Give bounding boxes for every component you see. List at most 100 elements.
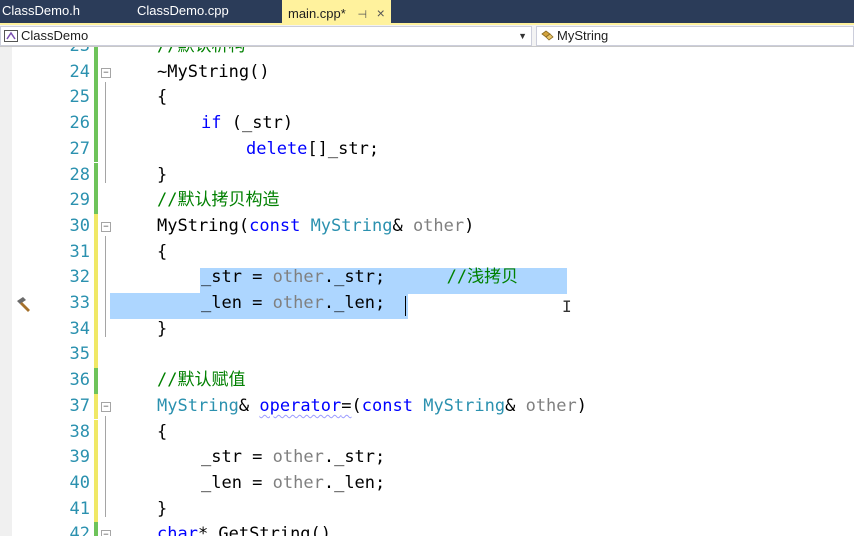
code-line: 35 [0, 342, 854, 369]
code-line: 26 if (_str) [0, 111, 854, 137]
code-line: 25 { [0, 85, 854, 112]
code-line: 23 //默认析构 [0, 47, 854, 60]
line-number: 32 [69, 267, 90, 288]
line-number: 30 [69, 215, 90, 236]
code-line: 41 } [0, 496, 854, 523]
code-text: _str = other._str; //浅拷贝 [201, 267, 519, 288]
change-marker [94, 445, 98, 471]
line-number: 35 [69, 344, 90, 365]
line-number: 41 [69, 498, 90, 519]
change-marker [94, 342, 98, 369]
code-text: _len = other._len; [201, 293, 386, 313]
param-name: other [272, 472, 324, 493]
param-name: other [272, 447, 324, 468]
type-name: MyString [423, 395, 506, 416]
member-dropdown-value: MyString [557, 28, 609, 43]
change-marker [94, 111, 98, 137]
line-number: 40 [69, 472, 90, 493]
code-line: 36 //默认赋值 [0, 368, 854, 394]
line-number: 23 [40, 47, 90, 60]
code-line: 29 //默认拷贝构造 [0, 188, 854, 214]
code-text: //默认赋值 [157, 370, 246, 391]
type-name: MyString [310, 215, 393, 236]
code-comment: //浅拷贝 [446, 267, 519, 288]
code-line: 40 _len = other._len; [0, 470, 854, 497]
type-name: MyString [157, 395, 239, 416]
code-text: _str = other._str; [201, 447, 386, 468]
tab-main-cpp[interactable]: main.cpp* ⊣ × [282, 0, 391, 23]
code-line: 31 { [0, 239, 854, 266]
chevron-down-icon[interactable]: ▼ [518, 27, 527, 45]
code-text: if (_str) [201, 113, 294, 134]
close-icon[interactable]: × [377, 5, 385, 21]
change-marker [94, 213, 98, 240]
line-number: 39 [69, 447, 90, 468]
fold-toggle[interactable]: − [101, 401, 111, 412]
change-marker [94, 393, 98, 420]
change-marker [94, 239, 98, 266]
code-line: 33 _len = other._len; [0, 291, 854, 317]
line-number: 26 [69, 113, 90, 134]
code-line: 42 − char* GetString() [0, 522, 854, 536]
line-number: 25 [69, 87, 90, 108]
fold-toggle[interactable]: − [101, 221, 111, 232]
code-text: } [157, 318, 168, 339]
code-text: char* GetString() [157, 522, 331, 536]
line-number: 28 [69, 164, 90, 185]
change-marker [94, 419, 98, 446]
operator-keyword: operator= [259, 395, 352, 416]
scope-dropdown[interactable]: ClassDemo ▼ [0, 26, 532, 46]
code-text: } [157, 498, 168, 519]
change-marker [94, 522, 98, 536]
keyword-const: const [361, 395, 413, 416]
change-marker [94, 85, 98, 112]
param-name: other [272, 293, 324, 313]
change-marker [94, 188, 98, 214]
change-marker [94, 136, 98, 163]
change-marker [94, 47, 98, 60]
line-number: 33 [69, 293, 90, 313]
change-marker [94, 496, 98, 523]
tab-classdemo-cpp[interactable]: ClassDemo.cpp [137, 0, 229, 23]
code-line: 24 − ~MyString() [0, 59, 854, 86]
change-marker [94, 265, 98, 291]
keyword-char: char [157, 524, 198, 536]
document-tab-bar: ClassDemo.h ClassDemo.cpp main.cpp* ⊣ × [0, 0, 854, 23]
param-name: other [525, 395, 577, 416]
code-line: 27 delete[]_str; [0, 136, 854, 163]
code-line: 38 { [0, 419, 854, 446]
change-marker [94, 368, 98, 394]
fold-toggle[interactable]: − [101, 530, 111, 536]
code-line: 28 } [0, 162, 854, 189]
code-text: delete[]_str; [246, 138, 380, 159]
code-text: { [157, 421, 168, 442]
change-marker [94, 162, 98, 189]
keyword-delete: delete [246, 138, 308, 159]
line-number: 24 [69, 61, 90, 82]
line-number: 37 [69, 395, 90, 416]
line-number: 29 [69, 190, 90, 211]
member-class-icon [541, 30, 554, 41]
pin-icon[interactable]: ⊣ [357, 9, 367, 21]
line-number: 34 [69, 318, 90, 339]
code-text: MyString& operator=(const MyString& othe… [157, 395, 588, 416]
fold-toggle[interactable]: − [101, 67, 111, 78]
line-number: 42 [69, 524, 90, 536]
line-number: 31 [69, 241, 90, 262]
code-editor[interactable]: I 23 //默认析构 24 − ~MyString() 25 { 26 if … [0, 47, 854, 536]
tab-classdemo-h[interactable]: ClassDemo.h [2, 0, 80, 23]
code-line: 39 _str = other._str; [0, 445, 854, 471]
change-marker [94, 59, 98, 86]
line-number: 36 [69, 370, 90, 391]
code-line: 37 − MyString& operator=(const MyString&… [0, 393, 854, 420]
keyword-if: if [201, 113, 222, 134]
member-dropdown[interactable]: MyString [536, 26, 854, 46]
change-marker [94, 291, 98, 317]
code-text: //默认拷贝构造 [157, 190, 280, 211]
keyword-const: const [249, 215, 301, 236]
code-text: ~MyString() [157, 61, 270, 82]
code-text: { [157, 241, 168, 262]
change-marker [94, 316, 98, 343]
line-number: 38 [69, 421, 90, 442]
code-text: //默认析构 [157, 47, 245, 60]
